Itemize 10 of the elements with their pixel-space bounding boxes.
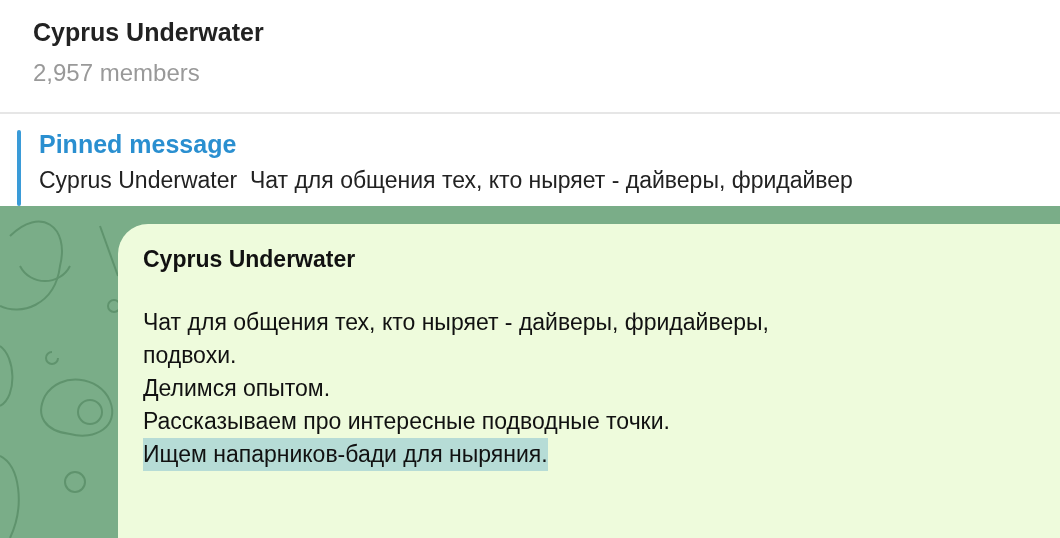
message-text: Чат для общения тех, кто ныряет - дайверы, фридайверы, bbox=[143, 308, 769, 337]
member-count: 2,957 members bbox=[33, 59, 200, 87]
message-title: Cyprus Underwater bbox=[143, 246, 356, 273]
chat-title: Cyprus Underwater bbox=[33, 18, 264, 47]
highlighted-text: Ищем напарников-бади для ныряния. bbox=[143, 438, 548, 471]
message-text: Рассказываем про интересные подводные точки. bbox=[143, 407, 670, 436]
pinned-label[interactable]: Pinned message bbox=[39, 130, 237, 159]
message-text: Делимся опытом. bbox=[143, 374, 331, 403]
pinned-preview[interactable]: Cyprus Underwater Чат для общения тех, кто ныряет - дайверы, фридайвер bbox=[39, 167, 853, 194]
message-text: подвохи. bbox=[143, 341, 237, 370]
